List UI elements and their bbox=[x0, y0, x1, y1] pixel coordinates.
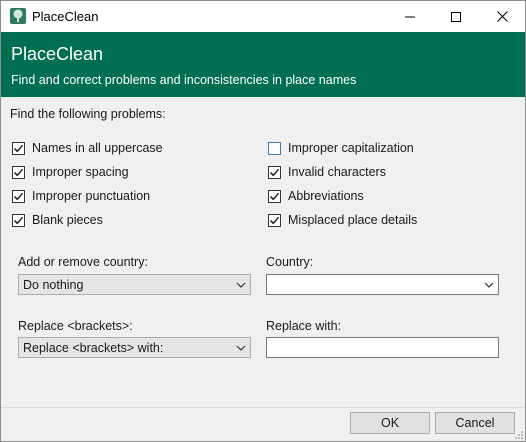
checkbox-blank-pieces[interactable]: Blank pieces bbox=[12, 213, 103, 227]
title-bar[interactable]: PlaceClean bbox=[1, 1, 525, 32]
checkbox-box[interactable] bbox=[268, 165, 281, 179]
options-panel: Find the following problems: Names in al… bbox=[1, 97, 525, 407]
brackets-select[interactable]: Replace <brackets> with: bbox=[18, 337, 251, 358]
checkbox-box[interactable] bbox=[12, 213, 25, 227]
minimize-button[interactable] bbox=[387, 1, 433, 32]
checkbox-box[interactable] bbox=[268, 189, 281, 203]
checkbox-box[interactable] bbox=[268, 141, 281, 155]
ok-button[interactable]: OK bbox=[350, 412, 430, 434]
header-banner: PlaceClean Find and correct problems and… bbox=[1, 32, 525, 97]
replace-with-label: Replace with: bbox=[266, 319, 342, 333]
banner-heading: PlaceClean bbox=[11, 44, 104, 64]
checkbox-label: Misplaced place details bbox=[288, 213, 418, 227]
resize-grip-icon[interactable] bbox=[514, 430, 524, 440]
banner-subtitle: Find and correct problems and inconsiste… bbox=[11, 73, 357, 87]
close-icon bbox=[496, 11, 508, 22]
checkmark-icon bbox=[14, 144, 24, 152]
checkbox-names-all-uppercase[interactable]: Names in all uppercase bbox=[12, 141, 163, 155]
checkmark-icon bbox=[14, 168, 24, 176]
checkmark-icon bbox=[270, 168, 280, 176]
country-action-label: Add or remove country: bbox=[18, 255, 148, 269]
cancel-button[interactable]: Cancel bbox=[435, 412, 515, 434]
country-action-value: Do nothing bbox=[23, 277, 84, 292]
checkbox-improper-capitalization[interactable]: Improper capitalization bbox=[268, 141, 414, 155]
chevron-down-icon bbox=[232, 275, 250, 294]
country-label: Country: bbox=[266, 255, 314, 269]
problems-section-label: Find the following problems: bbox=[10, 107, 166, 121]
checkmark-icon bbox=[14, 216, 24, 224]
checkbox-label: Improper punctuation bbox=[32, 189, 151, 203]
checkbox-label: Names in all uppercase bbox=[32, 141, 163, 155]
checkbox-label: Blank pieces bbox=[32, 213, 103, 227]
checkbox-label: Abbreviations bbox=[288, 189, 364, 203]
placeclean-dialog: PlaceClean PlaceClean Find and correct p… bbox=[0, 0, 526, 442]
checkbox-label: Improper spacing bbox=[32, 165, 129, 179]
checkbox-label: Improper capitalization bbox=[288, 141, 414, 155]
checkbox-invalid-characters[interactable]: Invalid characters bbox=[268, 165, 386, 179]
checkbox-box[interactable] bbox=[12, 189, 25, 203]
minimize-icon bbox=[405, 16, 415, 17]
checkbox-improper-punctuation[interactable]: Improper punctuation bbox=[12, 189, 150, 203]
checkmark-icon bbox=[270, 192, 280, 200]
chevron-down-icon bbox=[232, 338, 250, 357]
maximize-button[interactable] bbox=[433, 1, 479, 32]
maximize-icon bbox=[451, 11, 461, 22]
checkmark-icon bbox=[14, 192, 24, 200]
checkmark-icon bbox=[270, 216, 280, 224]
country-action-select[interactable]: Do nothing bbox=[18, 274, 251, 295]
checkbox-box[interactable] bbox=[12, 141, 25, 155]
window-title: PlaceClean bbox=[32, 9, 99, 24]
checkbox-abbreviations[interactable]: Abbreviations bbox=[268, 189, 364, 203]
checkbox-misplaced-place-details[interactable]: Misplaced place details bbox=[268, 213, 417, 227]
app-tree-icon bbox=[10, 8, 26, 24]
chevron-down-icon bbox=[480, 275, 498, 294]
checkbox-improper-spacing[interactable]: Improper spacing bbox=[12, 165, 129, 179]
checkbox-box[interactable] bbox=[268, 213, 281, 227]
brackets-value: Replace <brackets> with: bbox=[23, 340, 164, 355]
close-button[interactable] bbox=[479, 1, 525, 32]
checkbox-label: Invalid characters bbox=[288, 165, 386, 179]
dialog-footer: OK Cancel bbox=[1, 407, 525, 441]
country-select[interactable] bbox=[266, 274, 499, 295]
checkbox-box[interactable] bbox=[12, 165, 25, 179]
brackets-label: Replace <brackets>: bbox=[18, 319, 133, 333]
replace-with-input[interactable] bbox=[266, 337, 499, 358]
